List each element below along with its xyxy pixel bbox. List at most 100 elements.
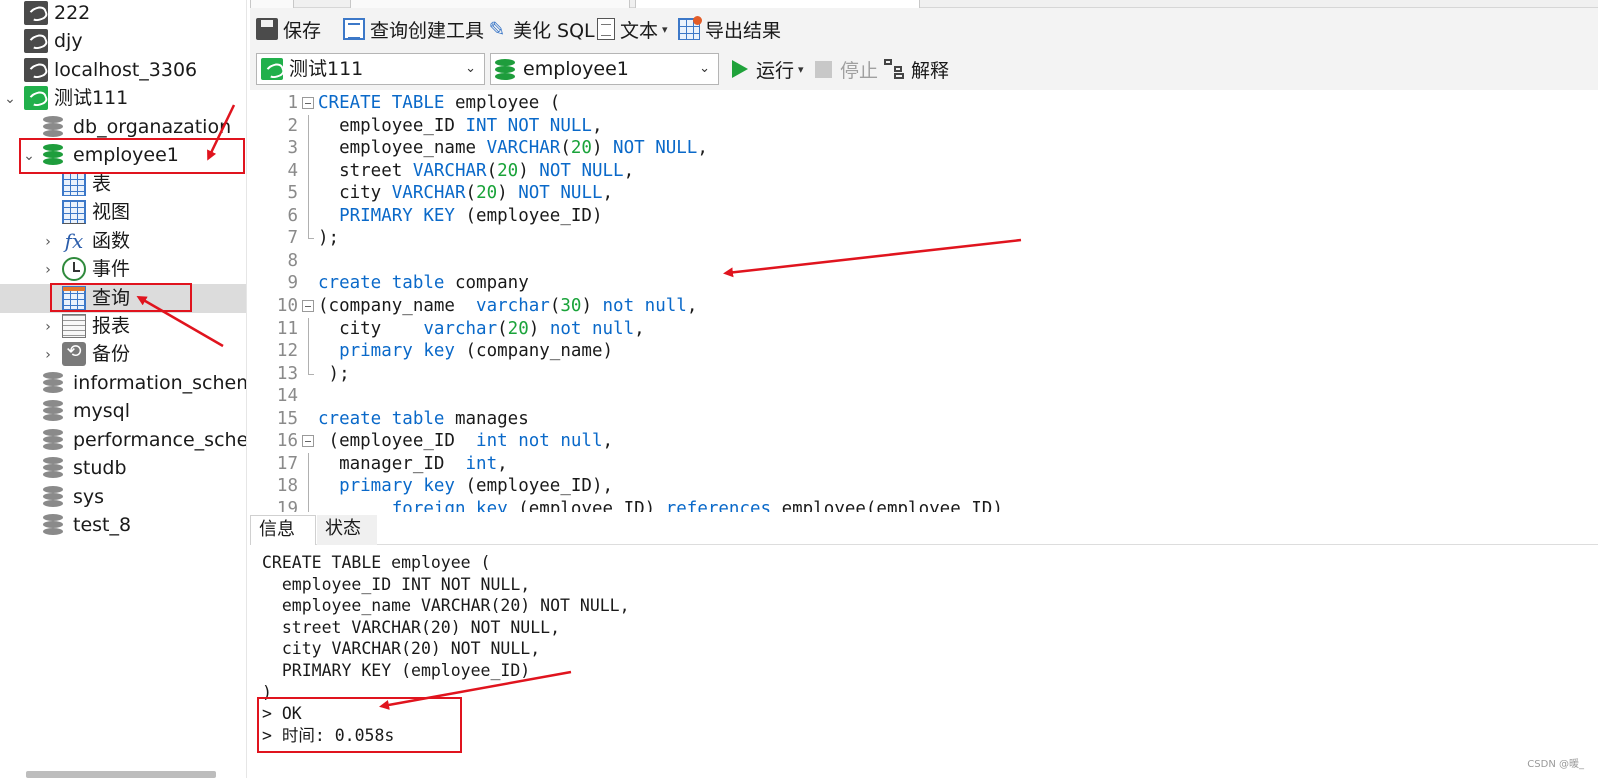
run-button[interactable]: 运行 ▾ [732,57,804,82]
sidebar-horizontal-scrollbar[interactable] [26,771,216,778]
tree-item[interactable]: mysql [0,397,246,426]
sql-text: (employee_ID) [507,498,666,512]
sql-text: , [591,115,603,136]
editor-tab[interactable] [350,0,630,8]
tab-status[interactable]: 状态 [317,515,377,545]
chevron-right-icon[interactable]: › [41,320,55,334]
stop-button[interactable]: 停止 [815,57,878,82]
code-line: 19 foreign key (employee_ID) references … [250,497,1598,512]
connection-select-value: 测试111 [289,58,364,80]
explain-button[interactable]: 解释 [884,57,949,82]
line-number: 8 [287,250,298,271]
tree-item[interactable]: sys [0,483,246,512]
fold-guide [308,317,309,340]
code-line: 1 CREATE TABLE employee ( [250,92,1598,115]
chevron-right-icon[interactable]: › [41,235,55,249]
message-line: employee_name VARCHAR(20) NOT NULL, [262,596,630,616]
editor-tab[interactable] [250,0,294,8]
database-icon [43,456,63,480]
chevron-right-icon[interactable]: › [41,263,55,277]
fold-toggle-icon[interactable] [302,97,314,109]
tree-item[interactable]: performance_schema [0,426,246,455]
tree-item[interactable]: › 备份 [0,340,246,369]
tree-item[interactable]: djy [0,27,246,56]
tree-item-label: 222 [54,2,91,24]
sql-keyword: primary key [339,341,455,362]
tree-item[interactable]: 222 [0,0,246,28]
code-line: 14 [250,385,1598,408]
sql-text: ( [549,295,561,316]
line-number: 6 [287,205,298,226]
sql-keyword: PRIMARY KEY [339,205,455,226]
fold-guide [308,452,309,476]
sql-text: ) [581,295,603,316]
fold-guide [308,204,309,228]
sql-keyword: VARCHAR [412,160,487,181]
beautify-sql-button[interactable]: ✎ 美化 SQL [486,17,595,42]
text-document-icon [597,18,615,40]
sql-text: ( [465,183,477,204]
editor-tab-active[interactable] [635,0,920,8]
line-number: 1 [287,93,298,113]
code-text: ); [318,227,339,250]
chevron-down-icon: ⌄ [465,61,476,76]
save-button[interactable]: 保存 [256,17,321,42]
tree-item[interactable]: › 事件 [0,255,246,284]
database-icon [495,58,515,80]
tree-item[interactable]: 表 [0,170,246,199]
tree-item[interactable]: localhost_3306 [0,56,246,85]
tree-item-label: db_organazation [73,115,232,138]
line-number: 4 [287,160,298,181]
sql-keyword: VARCHAR [486,138,561,159]
sql-text: city [318,183,392,204]
dropdown-caret-icon: ▾ [662,22,668,36]
query-builder-label: 查询创建工具 [370,19,485,42]
code-text: (employee_ID int not null, [318,430,614,453]
code-line: 5 city VARCHAR(20) NOT NULL, [250,182,1598,205]
connection-select[interactable]: 测试111 ⌄ [256,53,485,85]
sql-text: manages [444,408,529,429]
tree-item-label: studb [73,457,127,480]
line-number: 10 [276,295,298,316]
sql-text: manager_ID [318,453,466,474]
tree-item-label: 函数 [92,229,131,252]
query-builder-button[interactable]: 查询创建工具 [343,17,485,42]
tree-item[interactable]: studb [0,454,246,483]
sql-number: 20 [476,183,498,204]
query-builder-icon [343,18,365,40]
tree-item[interactable]: information_schema [0,369,246,398]
tab-info[interactable]: 信息 [250,515,316,545]
line-number: 16 [276,431,298,452]
sql-keyword: foreign key [391,498,508,512]
sql-number: 20 [570,138,592,159]
sql-editor[interactable]: 1 CREATE TABLE employee (2 employee_ID IN… [250,90,1598,512]
tree-item[interactable]: › 报表 [0,312,246,341]
line-number: 13 [276,363,298,384]
sql-text: ) [528,318,550,339]
code-text: foreign key (employee_ID) references emp… [318,498,1003,512]
export-results-button[interactable]: 导出结果 [678,16,781,42]
connection-icon-green [24,86,48,111]
sql-keyword: not null [602,295,687,316]
query-toolbar: 测试111 ⌄ employee1 ⌄ 运行 ▾ 停止 解释 [250,48,1598,90]
tree-item[interactable]: ⌄ 测试111 [0,84,246,113]
fold-guide [308,182,309,205]
chevron-right-icon[interactable]: › [41,348,55,362]
fold-toggle-icon[interactable] [302,299,314,312]
tree-item[interactable]: › fx 函数 [0,227,246,256]
tree-item[interactable]: test_8 [0,511,246,540]
sql-keyword: primary key [339,476,455,497]
tree-item[interactable]: 视图 [0,198,246,227]
text-button[interactable]: 文本 ▾ [597,17,668,42]
sql-text: ( [497,318,508,339]
message-line: PRIMARY KEY (employee_ID) [262,661,531,680]
dropdown-caret-icon: ▾ [798,62,804,76]
chevron-down-icon[interactable]: ⌄ [3,92,17,106]
code-line: 7); [250,227,1598,250]
sql-text: , [697,138,708,159]
sql-keyword: VARCHAR [391,183,466,204]
fold-toggle-icon[interactable] [302,435,314,448]
database-select[interactable]: employee1 ⌄ [490,53,719,85]
